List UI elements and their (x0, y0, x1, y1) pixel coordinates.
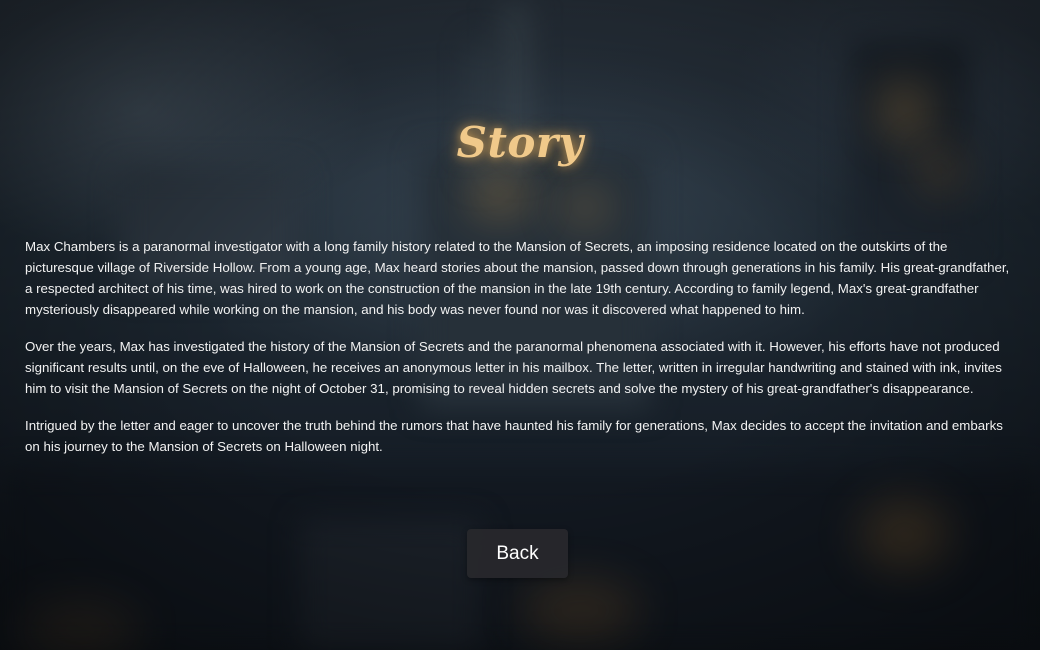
back-button[interactable]: Back (467, 529, 568, 578)
story-title: Story (456, 118, 584, 167)
story-text: Max Chambers is a paranormal investigato… (25, 236, 1017, 473)
story-screen: Story Max Chambers is a paranormal inves… (0, 0, 1040, 650)
story-paragraph: Intrigued by the letter and eager to unc… (25, 418, 1003, 454)
story-paragraph: Over the years, Max has investigated the… (25, 339, 1002, 396)
story-paragraph: Max Chambers is a paranormal investigato… (25, 239, 1010, 317)
